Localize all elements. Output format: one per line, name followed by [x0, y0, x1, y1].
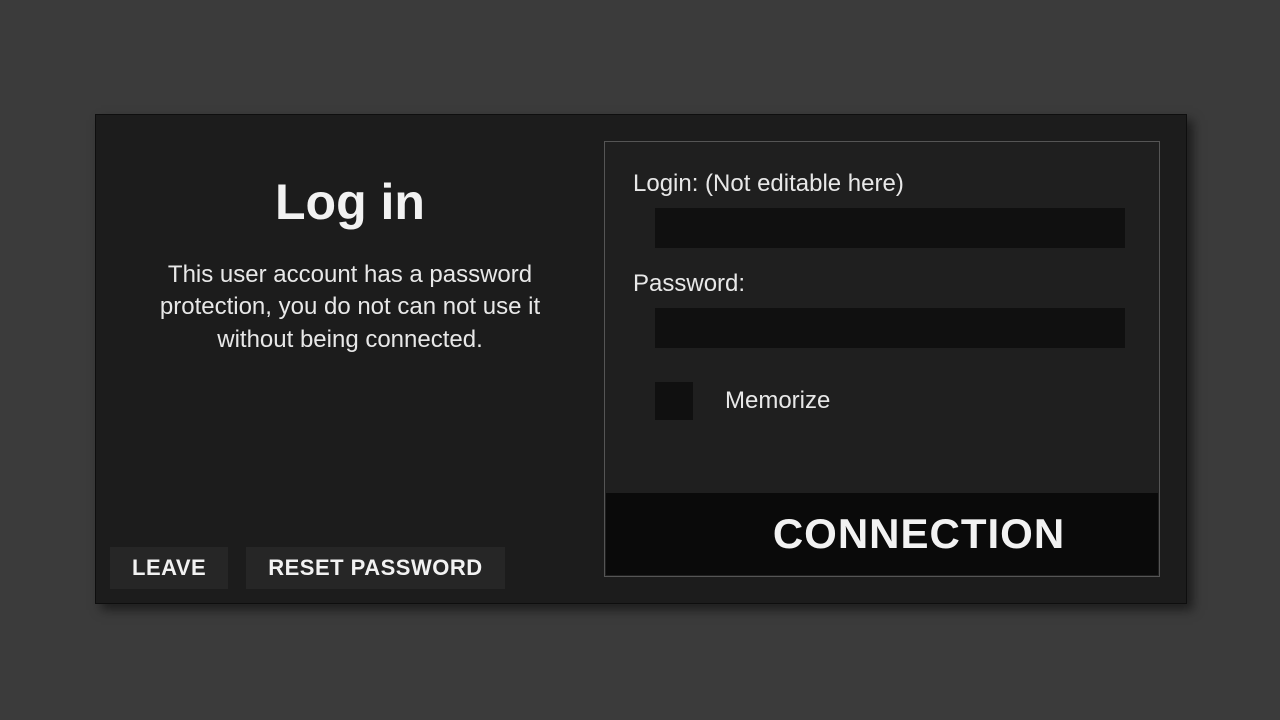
left-button-row: LEAVE RESET PASSWORD: [110, 547, 505, 589]
connection-button[interactable]: CONNECTION: [606, 493, 1158, 575]
login-dialog: Log in This user account has a password …: [95, 114, 1187, 604]
memorize-label: Memorize: [725, 387, 830, 415]
leave-button[interactable]: LEAVE: [110, 547, 228, 589]
login-label: Login: (Not editable here): [633, 170, 1131, 198]
password-label: Password:: [633, 270, 1131, 298]
form-pane: Login: (Not editable here) Password: Mem…: [604, 141, 1160, 577]
dialog-title: Log in: [126, 173, 574, 231]
info-pane: Log in This user account has a password …: [96, 115, 604, 603]
reset-password-button[interactable]: RESET PASSWORD: [246, 547, 504, 589]
dialog-description: This user account has a password protect…: [140, 259, 560, 356]
login-input: [655, 208, 1125, 248]
memorize-row: Memorize: [655, 382, 1131, 420]
memorize-checkbox[interactable]: [655, 382, 693, 420]
password-input[interactable]: [655, 308, 1125, 348]
